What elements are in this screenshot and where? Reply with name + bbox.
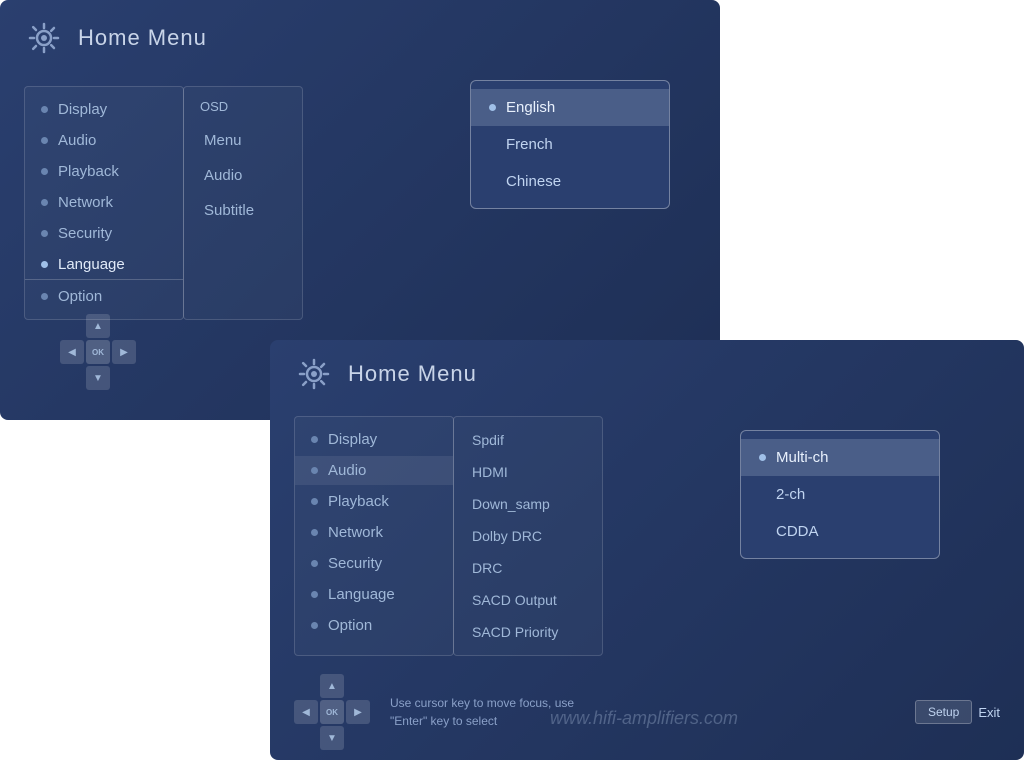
empty [346, 674, 370, 698]
footer-down-btn[interactable]: ▼ [320, 726, 344, 750]
bnav-playback[interactable]: Playback [295, 487, 453, 516]
nav-display[interactable]: Display [25, 95, 183, 124]
nav-dot [311, 622, 318, 629]
exit-label[interactable]: Exit [978, 705, 1000, 720]
gear-icon [24, 18, 64, 58]
audio-sacd-output[interactable]: SACD Output [454, 585, 602, 615]
lang-dot [489, 104, 496, 111]
bottom-panel-title: Home Menu [348, 361, 477, 387]
multich-dot [759, 454, 766, 461]
nav-dot [41, 106, 48, 113]
audio-drc[interactable]: DRC [454, 553, 602, 583]
nav-dot [41, 168, 48, 175]
nav-language[interactable]: Language [25, 250, 183, 280]
multich-option[interactable]: Multi-ch [741, 439, 939, 476]
nav-network[interactable]: Network [25, 188, 183, 217]
bnav-audio[interactable]: Audio [295, 456, 453, 485]
lang-french[interactable]: French [471, 126, 669, 163]
right-arrow-btn[interactable]: ▶ [112, 340, 136, 364]
footer-right-btn[interactable]: ▶ [346, 700, 370, 724]
nav-dot [41, 230, 48, 237]
cdda-option[interactable]: CDDA [741, 513, 939, 550]
top-panel-title: Home Menu [78, 25, 207, 51]
audio-hdmi[interactable]: HDMI [454, 457, 602, 487]
ok-btn[interactable]: OK [86, 340, 110, 364]
up-arrow-btn[interactable]: ▲ [86, 314, 110, 338]
lang-english[interactable]: English [471, 89, 669, 126]
osd-header: OSD [184, 95, 302, 122]
empty [112, 366, 136, 390]
nav-dot [311, 560, 318, 567]
bnav-network[interactable]: Network [295, 518, 453, 547]
bottom-nav-arrows: ▲ ◀ OK ▶ ▼ [294, 674, 370, 750]
osd-submenu: OSD Menu Audio Subtitle [183, 86, 303, 320]
osd-subtitle[interactable]: Subtitle [184, 194, 302, 227]
bottom-footer: ▲ ◀ OK ▶ ▼ Use cursor key to move focus,… [270, 674, 1024, 750]
multich-dropdown: Multi-ch 2-ch CDDA [740, 430, 940, 559]
down-arrow-btn[interactable]: ▼ [86, 366, 110, 390]
nav-security[interactable]: Security [25, 219, 183, 248]
audio-submenu: Spdif HDMI Down_samp Dolby DRC DRC SACD … [453, 416, 603, 656]
empty [294, 674, 318, 698]
lang-chinese[interactable]: Chinese [471, 163, 669, 200]
footer-hint: Use cursor key to move focus, use "Enter… [370, 694, 915, 730]
osd-menu[interactable]: Menu [184, 124, 302, 157]
nav-dot [41, 261, 48, 268]
setup-button[interactable]: Setup [915, 700, 972, 724]
audio-dolby-drc[interactable]: Dolby DRC [454, 521, 602, 551]
nav-dot [41, 293, 48, 300]
footer-ok-btn[interactable]: OK [320, 700, 344, 724]
footer-left-btn[interactable]: ◀ [294, 700, 318, 724]
osd-audio[interactable]: Audio [184, 159, 302, 192]
bottom-gear-icon [294, 354, 334, 394]
bottom-left-nav: Display Audio Playback Network Security … [294, 416, 454, 656]
audio-sacd-priority[interactable]: SACD Priority [454, 617, 602, 647]
language-dropdown: English French Chinese [470, 80, 670, 209]
bnav-language[interactable]: Language [295, 580, 453, 609]
audio-spdif[interactable]: Spdif [454, 425, 602, 455]
top-panel-header: Home Menu [0, 0, 720, 76]
empty [60, 366, 84, 390]
nav-dot [311, 591, 318, 598]
twoch-option[interactable]: 2-ch [741, 476, 939, 513]
nav-option[interactable]: Option [25, 282, 183, 311]
nav-dot [41, 199, 48, 206]
bottom-panel-header: Home Menu [270, 340, 1024, 408]
nav-dot [41, 137, 48, 144]
empty [112, 314, 136, 338]
empty [60, 314, 84, 338]
bnav-option[interactable]: Option [295, 611, 453, 640]
nav-dot [311, 467, 318, 474]
nav-dot [311, 436, 318, 443]
top-nav-arrows: ▲ ◀ OK ▶ ▼ [60, 314, 136, 390]
footer-up-btn[interactable]: ▲ [320, 674, 344, 698]
empty [294, 726, 318, 750]
nav-audio[interactable]: Audio [25, 126, 183, 155]
nav-playback[interactable]: Playback [25, 157, 183, 186]
footer-buttons: Setup Exit [915, 700, 1000, 724]
top-left-nav: Display Audio Playback Network Security … [24, 86, 184, 320]
empty [346, 726, 370, 750]
bnav-display[interactable]: Display [295, 425, 453, 454]
audio-downsamp[interactable]: Down_samp [454, 489, 602, 519]
nav-dot [311, 498, 318, 505]
nav-dot [311, 529, 318, 536]
left-arrow-btn[interactable]: ◀ [60, 340, 84, 364]
bnav-security[interactable]: Security [295, 549, 453, 578]
